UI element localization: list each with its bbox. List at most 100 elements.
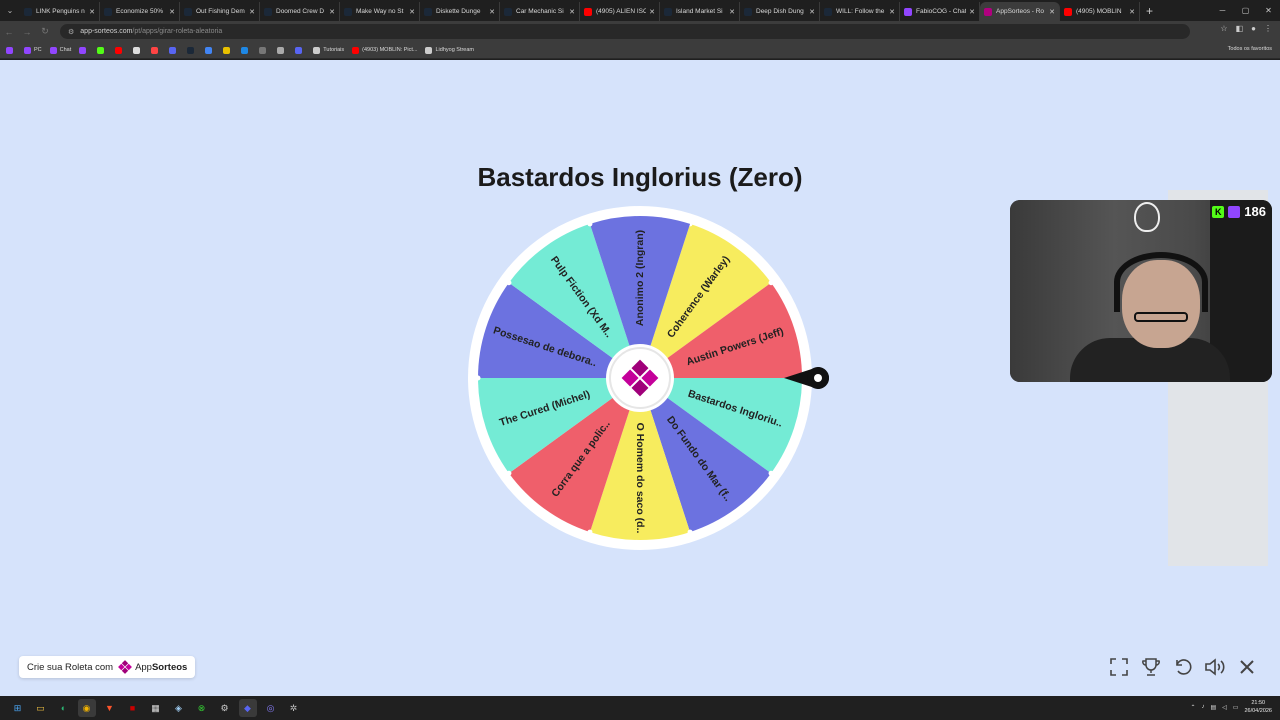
tab-close-icon[interactable]: ✕ [809,8,815,16]
bookmark-item[interactable] [115,46,125,54]
browser-tab[interactable]: Deep Dish Dung ✕ [740,2,820,21]
tab-close-icon[interactable]: ✕ [169,8,175,16]
tray-chevron-icon[interactable]: ⌃ [1190,704,1195,711]
address-bar[interactable]: ⚙ app-sorteos.com /pt/apps/girar-roleta-… [60,24,1190,39]
tab-close-icon[interactable]: ✕ [889,8,895,16]
bookmark-star-icon[interactable]: ☆ [1220,24,1227,33]
tab-close-icon[interactable]: ✕ [249,8,255,16]
tab-close-icon[interactable]: ✕ [649,8,655,16]
terminal-icon[interactable]: ■ [124,699,142,717]
bookmark-favicon-icon [295,46,303,54]
wheel-controls [1108,656,1258,678]
bookmark-item[interactable] [295,46,305,54]
wheel-hub [606,344,674,412]
headset [1114,252,1208,312]
obs-icon[interactable]: ◎ [262,699,280,717]
chrome-icon[interactable]: ◉ [77,699,96,717]
browser-tab[interactable]: Island Market Si ✕ [660,2,740,21]
tab-favicon-icon [824,7,832,16]
segment-label: Anonimo 2 (Ingran) [634,230,646,326]
close-icon[interactable] [1236,656,1258,678]
bookmark-item[interactable] [223,46,233,54]
browser-tab[interactable]: Economize 50% ✕ [100,2,180,21]
windows-start-icon[interactable]: ⊞ [9,699,27,717]
toolbar-actions: ☆ ◧ ● ⋮ [1220,24,1272,33]
bookmark-item[interactable] [241,46,251,54]
steam-icon[interactable]: ◈ [170,699,188,717]
tab-close-icon[interactable]: ✕ [969,8,975,16]
bookmark-item[interactable] [133,46,143,54]
discord-icon[interactable]: ◆ [238,699,257,717]
bookmark-item[interactable] [6,46,16,54]
tab-close-icon[interactable]: ✕ [329,8,335,16]
prize-wheel[interactable]: Coherence (Warley)Austin Powers (Jeff)Ba… [455,200,845,560]
bookmark-item[interactable] [79,46,89,54]
edge-icon[interactable]: ◐ [55,699,73,717]
browser-tab[interactable]: WILL: Follow the ✕ [820,2,900,21]
browser-tab[interactable]: AppSorteos - Ro ✕ [980,2,1060,21]
browser-tab[interactable]: LINK Penguins n ✕ [20,2,100,21]
menu-icon[interactable]: ⋮ [1264,24,1272,33]
speaker-icon[interactable]: ◁ [1222,704,1227,711]
create-wheel-promo[interactable]: Crie sua Roleta com App Sorteos [19,656,196,678]
forward-icon[interactable]: → [18,21,36,42]
extension-icon[interactable]: ◧ [1236,24,1244,33]
tab-title: Out Fishing Dem [196,8,245,15]
back-icon[interactable]: ← [0,21,18,42]
tab-close-icon[interactable]: ✕ [569,8,575,16]
tab-title: (4905) MOBLIN [1076,8,1122,15]
browser-tab[interactable]: Out Fishing Dem ✕ [180,2,260,21]
settings-icon[interactable]: ⚙ [216,699,234,717]
tab-close-icon[interactable]: ✕ [89,8,95,16]
site-info-icon[interactable]: ⚙ [68,28,74,36]
browser-tab[interactable]: Make Way no St ✕ [340,2,420,21]
maximize-icon[interactable]: ▢ [1234,0,1257,21]
wheel-peg [506,470,512,476]
clock[interactable]: 21:50 26/04/2026 [1244,699,1272,715]
volume-icon[interactable] [1204,656,1226,678]
tab-close-icon[interactable]: ✕ [729,8,735,16]
profile-icon[interactable]: ● [1251,24,1256,33]
file-explorer-icon[interactable]: ▭ [32,699,50,717]
xbox-icon[interactable]: ⊗ [193,699,211,717]
minimize-icon[interactable]: ─ [1211,0,1234,21]
bookmark-item[interactable]: PC [24,46,42,54]
battery-icon[interactable]: ▭ [1233,704,1239,711]
tab-close-icon[interactable]: ✕ [1129,8,1135,16]
bookmark-item[interactable] [151,46,161,54]
gear-app-icon[interactable]: ✲ [285,699,303,717]
bookmark-item[interactable] [187,46,197,54]
bookmark-item[interactable] [97,46,107,54]
bookmark-item[interactable] [259,46,269,54]
browser-tab[interactable]: (4905) ALIEN ISO ✕ [580,2,660,21]
network-icon[interactable]: ▤ [1211,704,1217,711]
bookmark-item[interactable] [205,46,215,54]
tab-close-icon[interactable]: ✕ [409,8,415,16]
brave-icon[interactable]: ▼ [101,699,119,717]
bookmark-item[interactable]: (4903) MOBLIN: Pict... [352,46,417,54]
browser-tab[interactable]: Diskette Dunge ✕ [420,2,500,21]
bookmark-item[interactable]: Tutoriais [313,46,344,54]
browser-tab[interactable]: (4905) MOBLIN ✕ [1060,2,1140,21]
tab-search-icon[interactable]: ⌄ [0,0,20,21]
bookmark-label: Lidhyog Stream [435,47,475,53]
browser-tab[interactable]: Doomed Crew D ✕ [260,2,340,21]
bookmark-item[interactable] [169,46,179,54]
all-bookmarks[interactable]: Todos os favoritos [1228,46,1272,52]
tab-close-icon[interactable]: ✕ [1049,8,1055,16]
browser-tab[interactable]: FabioCOG - Chat ✕ [900,2,980,21]
url-host: app-sorteos.com [80,28,133,35]
calendar-icon[interactable]: ▦ [147,699,165,717]
bookmark-item[interactable]: Lidhyog Stream [425,46,475,54]
fullscreen-icon[interactable] [1108,656,1130,678]
reload-icon[interactable]: ↻ [36,21,54,42]
bookmark-item[interactable] [277,46,287,54]
tab-close-icon[interactable]: ✕ [489,8,495,16]
browser-tab[interactable]: Car Mechanic Si ✕ [500,2,580,21]
reset-icon[interactable] [1172,656,1194,678]
bookmark-item[interactable]: Chat [49,46,71,54]
microphone-icon[interactable]: ♪ [1202,704,1205,710]
new-tab-button[interactable]: + [1146,4,1153,18]
trophy-icon[interactable] [1140,656,1162,678]
close-window-icon[interactable]: ✕ [1257,0,1280,21]
